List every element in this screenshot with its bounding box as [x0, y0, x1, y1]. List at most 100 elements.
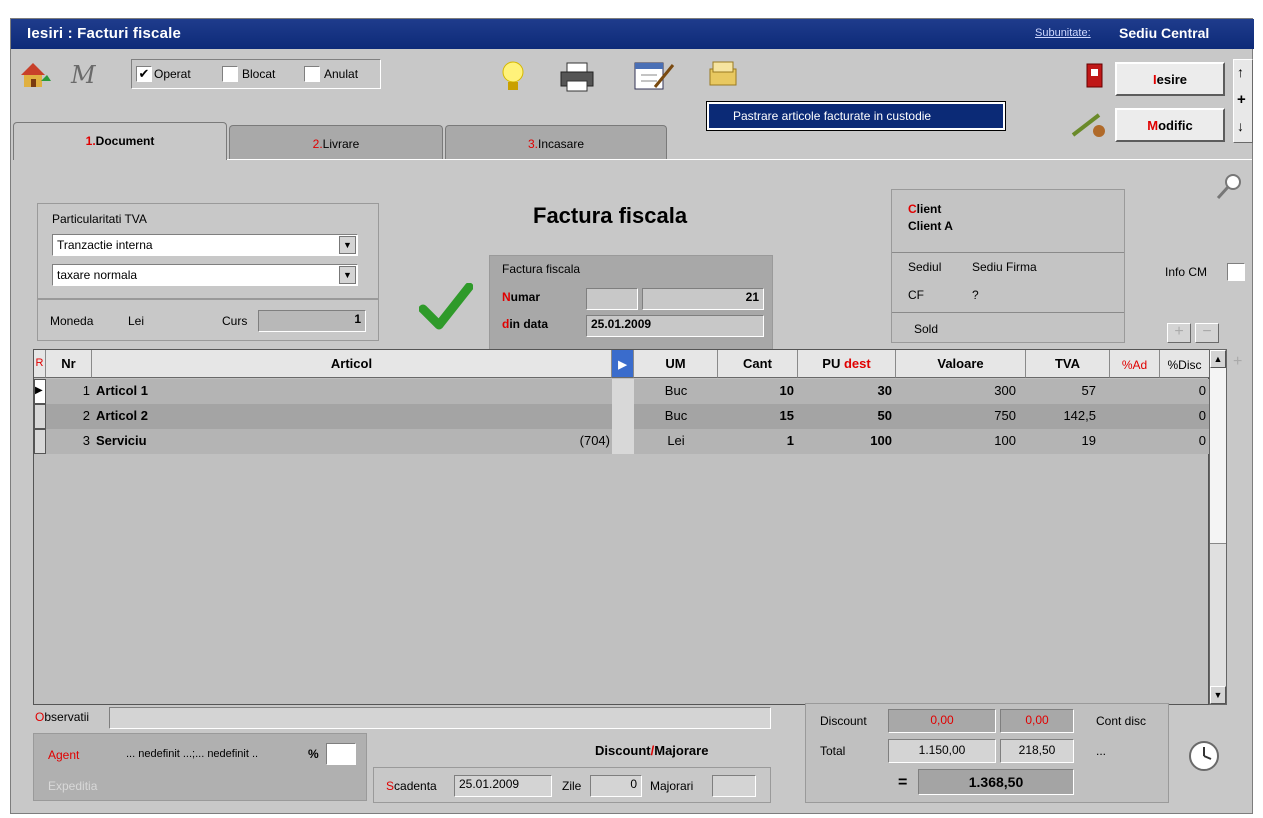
- agent-value[interactable]: ... nedefinit ...;... nedefinit ..: [126, 748, 258, 760]
- observations-field[interactable]: [109, 707, 771, 729]
- col-ad[interactable]: %Ad: [1110, 350, 1160, 378]
- printer-icon[interactable]: [559, 61, 595, 93]
- remove-row-button[interactable]: −: [1195, 323, 1219, 343]
- row-price: 30: [877, 383, 892, 398]
- row-article: Articol 2: [96, 408, 149, 423]
- tab-livrare-label: Livrare: [322, 137, 360, 151]
- blocat-checkbox[interactable]: [222, 66, 238, 82]
- document-box: Factura fiscala Numar 21 din data 25.01.…: [489, 255, 773, 351]
- dropdown-arrow-icon[interactable]: ▼: [339, 236, 356, 254]
- col-expand[interactable]: ▶: [612, 350, 634, 378]
- table-row[interactable]: 2 Articol 2 Buc 15 50 750 142,5 0: [34, 404, 1210, 429]
- hq-label: Sediul: [908, 260, 942, 274]
- col-value[interactable]: Valoare: [896, 350, 1026, 378]
- custody-button[interactable]: Pastrare articole facturate in custodie: [706, 101, 1006, 131]
- dropdown-arrow-icon[interactable]: ▼: [339, 266, 356, 284]
- pen-sign-icon[interactable]: [1069, 109, 1109, 139]
- discount-label: Discount: [820, 714, 867, 728]
- col-vat[interactable]: TVA: [1026, 350, 1110, 378]
- tab-incasare[interactable]: 3.Incasare: [445, 125, 667, 159]
- number-field[interactable]: 21: [642, 288, 764, 310]
- client-name[interactable]: Client A: [908, 219, 953, 233]
- archive-box-icon[interactable]: [707, 59, 741, 89]
- lightbulb-icon[interactable]: [499, 59, 527, 95]
- agent-pct-field[interactable]: [326, 743, 356, 765]
- col-nr[interactable]: Nr: [46, 350, 92, 378]
- cont-disc-dots: ...: [1096, 744, 1107, 758]
- scroll-up-icon[interactable]: ▲: [1210, 350, 1226, 368]
- number-series-field[interactable]: [586, 288, 638, 310]
- col-qty[interactable]: Cant: [718, 350, 798, 378]
- exit-button[interactable]: Iesire: [1115, 62, 1225, 96]
- vat-taxation-select[interactable]: taxare normala ▼: [52, 264, 358, 286]
- plus-icon[interactable]: +: [1237, 91, 1246, 108]
- tab-livrare[interactable]: 2.Livrare: [229, 125, 443, 159]
- row-pointer-icon: ▶: [34, 379, 46, 404]
- col-r: R: [34, 350, 46, 378]
- table-row[interactable]: ▶ 1 Articol 1 Buc 10 30 300 57 0: [34, 379, 1210, 404]
- row-expand-cell: [612, 429, 634, 454]
- home-icon[interactable]: [17, 59, 53, 91]
- equals-sign: =: [898, 774, 908, 791]
- info-cm-label: Info CM: [1165, 265, 1208, 279]
- subunit-label[interactable]: Subunitate:: [1035, 27, 1091, 39]
- row-selector: [34, 429, 46, 454]
- hq-value: Sediu Firma: [972, 260, 1037, 274]
- date-field[interactable]: 25.01.2009: [586, 315, 764, 337]
- row-article: Articol 1: [96, 383, 149, 398]
- side-plus-icon[interactable]: +: [1233, 353, 1242, 371]
- row-code: (704): [579, 433, 610, 448]
- row-disc: 0: [1198, 408, 1206, 423]
- modify-button[interactable]: Modific: [1115, 108, 1225, 142]
- m-script-icon[interactable]: M: [71, 61, 103, 89]
- vat-transaction-select[interactable]: Tranzactie interna ▼: [52, 234, 358, 256]
- due-label: Scadenta: [386, 779, 437, 793]
- row-value: 100: [994, 433, 1016, 448]
- row-vat: 142,5: [1063, 408, 1096, 423]
- title-bar: Iesiri : Facturi fiscale Subunitate: Sed…: [11, 19, 1254, 49]
- total-vat-value: 218,50: [1000, 739, 1074, 763]
- row-selector: [34, 404, 46, 429]
- number-label: Numar: [502, 290, 541, 304]
- currency-label: Moneda: [50, 314, 94, 328]
- rate-field[interactable]: 1: [258, 310, 366, 332]
- anulat-checkbox[interactable]: [304, 66, 320, 82]
- agent-panel: Agent ... nedefinit ...;... nedefinit ..…: [33, 733, 367, 801]
- tab-incasare-label: Incasare: [537, 137, 585, 151]
- date-label: din data: [502, 317, 549, 331]
- scroll-down-icon[interactable]: ▼: [1210, 686, 1226, 704]
- tab-document[interactable]: 1.Document: [13, 122, 227, 160]
- add-row-button[interactable]: +: [1167, 323, 1191, 343]
- calendar-edit-icon[interactable]: [633, 59, 675, 93]
- expedition-label[interactable]: Expeditia: [48, 779, 97, 793]
- cf-label: CF: [908, 288, 924, 302]
- due-date-field[interactable]: 25.01.2009: [454, 775, 552, 797]
- info-cm-checkbox[interactable]: [1227, 263, 1245, 281]
- row-value: 300: [994, 383, 1016, 398]
- row-um: Buc: [664, 408, 688, 423]
- row-nr: 3: [82, 433, 90, 448]
- operat-checkbox[interactable]: ✔: [136, 66, 152, 82]
- table-row[interactable]: 3 Serviciu (704) Lei 1 100 100 19 0: [34, 429, 1210, 454]
- clock-icon[interactable]: [1187, 739, 1221, 773]
- arrow-up-icon[interactable]: ↑: [1237, 64, 1244, 80]
- magnifier-icon[interactable]: [1215, 171, 1245, 201]
- arrow-down-icon[interactable]: ↓: [1237, 118, 1244, 134]
- exit-door-icon[interactable]: [1085, 63, 1105, 89]
- client-panel: Client Client A Sediul Sediu Firma CF ? …: [891, 189, 1125, 343]
- days-field[interactable]: 0: [590, 775, 642, 797]
- col-price[interactable]: PU dest: [798, 350, 896, 378]
- currency-panel: Moneda Lei Curs 1: [37, 299, 379, 341]
- vat-taxation-value: taxare normala: [57, 268, 138, 282]
- row-value: 750: [994, 408, 1016, 423]
- status-checks: ✔ Operat Blocat Anulat: [131, 59, 381, 89]
- table-scrollbar[interactable]: ▲ ▼: [1209, 349, 1227, 705]
- col-article[interactable]: Articol: [92, 350, 612, 378]
- scroll-thumb[interactable]: [1210, 368, 1226, 544]
- surcharge-field[interactable]: [712, 775, 756, 797]
- client-label: Client: [908, 202, 942, 216]
- document-heading: Factura fiscala: [533, 203, 688, 228]
- col-um[interactable]: UM: [634, 350, 718, 378]
- row-expand-cell: [612, 379, 634, 404]
- col-disc[interactable]: %Disc: [1160, 350, 1210, 378]
